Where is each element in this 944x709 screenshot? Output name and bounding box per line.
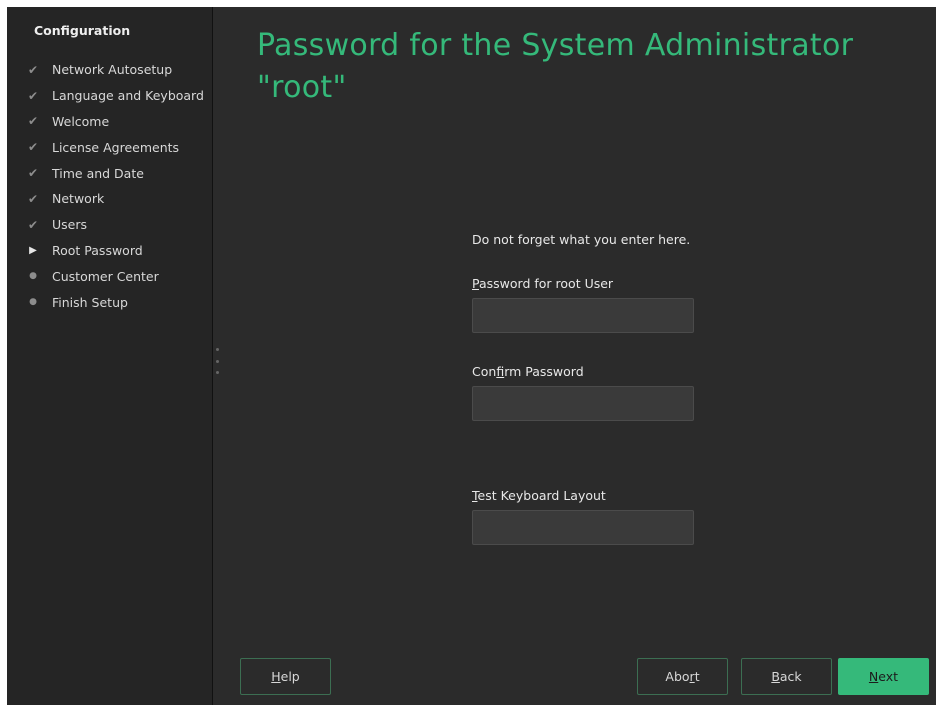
help-button[interactable]: Help [240, 658, 331, 695]
step-label: Users [52, 217, 88, 233]
checkmark-icon: ✔ [27, 88, 39, 103]
play-arrow-icon: ▶ [29, 244, 37, 256]
sidebar-title: Configuration [34, 23, 131, 38]
step-label: Finish Setup [52, 294, 128, 310]
button-label: elp [280, 669, 300, 684]
step-finish-setup: ● Finish Setup [25, 289, 204, 315]
step-label: Network Autosetup [52, 62, 173, 78]
label-text: irm Password [504, 364, 584, 379]
button-label: ack [779, 669, 802, 684]
abort-button[interactable]: Abo r t [637, 658, 728, 695]
label-text: assword for root User [478, 276, 614, 291]
test-keyboard-label: Test Keyboard Layout [472, 488, 606, 503]
step-welcome: ✔ Welcome [25, 109, 204, 135]
checkmark-icon: ✔ [27, 166, 39, 181]
mnemonic: P [472, 276, 479, 291]
checkmark-icon: ✔ [27, 191, 39, 206]
step-network-autosetup: ✔ Network Autosetup [25, 57, 204, 83]
button-label: ext [878, 669, 899, 684]
step-label: License Agreements [52, 139, 180, 155]
mnemonic: H [271, 669, 281, 684]
step-root-password: ▶ Root Password [25, 238, 204, 264]
checkmark-icon: ✔ [27, 217, 39, 232]
step-label: Welcome [52, 113, 110, 129]
step-label: Network [52, 191, 105, 207]
step-label: Language and Keyboard [52, 88, 204, 104]
main-panel: Password for the System Administrator "r… [213, 7, 936, 705]
mnemonic: B [771, 669, 780, 684]
confirm-password-label: Confirm Password [472, 364, 584, 379]
step-users: ✔ Users [25, 212, 204, 238]
button-label: t [694, 669, 700, 684]
mnemonic: f [496, 364, 505, 379]
step-time-and-date: ✔ Time and Date [25, 160, 204, 186]
page-title: Password for the System Administrator "r… [257, 28, 854, 105]
confirm-password-field[interactable] [472, 386, 694, 421]
sidebar: Configuration ✔ Network Autosetup ✔ Lang… [7, 7, 213, 705]
checkmark-icon: ✔ [27, 140, 39, 155]
step-label: Time and Date [52, 165, 144, 181]
bullet-icon: ● [29, 297, 37, 308]
step-label: Customer Center [52, 268, 159, 284]
checkmark-icon: ✔ [27, 114, 39, 129]
password-label: Password for root User [472, 276, 613, 291]
back-button[interactable]: Back [741, 658, 832, 695]
bullet-icon: ● [29, 271, 37, 282]
label-text: Con [472, 364, 497, 379]
hint-text: Do not forget what you enter here. [472, 232, 691, 247]
step-language-and-keyboard: ✔ Language and Keyboard [25, 83, 204, 109]
installer-window: Configuration ✔ Network Autosetup ✔ Lang… [7, 7, 936, 705]
button-label: Abo [665, 669, 690, 684]
next-button[interactable]: Next [838, 658, 929, 695]
password-field[interactable] [472, 298, 694, 333]
step-network: ✔ Network [25, 186, 204, 212]
label-text: est Keyboard Layout [477, 488, 606, 503]
step-list: ✔ Network Autosetup ✔ Language and Keybo… [25, 57, 204, 315]
step-label: Root Password [52, 242, 143, 258]
step-customer-center: ● Customer Center [25, 263, 204, 289]
mnemonic: N [868, 669, 879, 684]
step-license-agreements: ✔ License Agreements [25, 134, 204, 160]
test-keyboard-field[interactable] [472, 510, 694, 545]
checkmark-icon: ✔ [27, 62, 39, 77]
